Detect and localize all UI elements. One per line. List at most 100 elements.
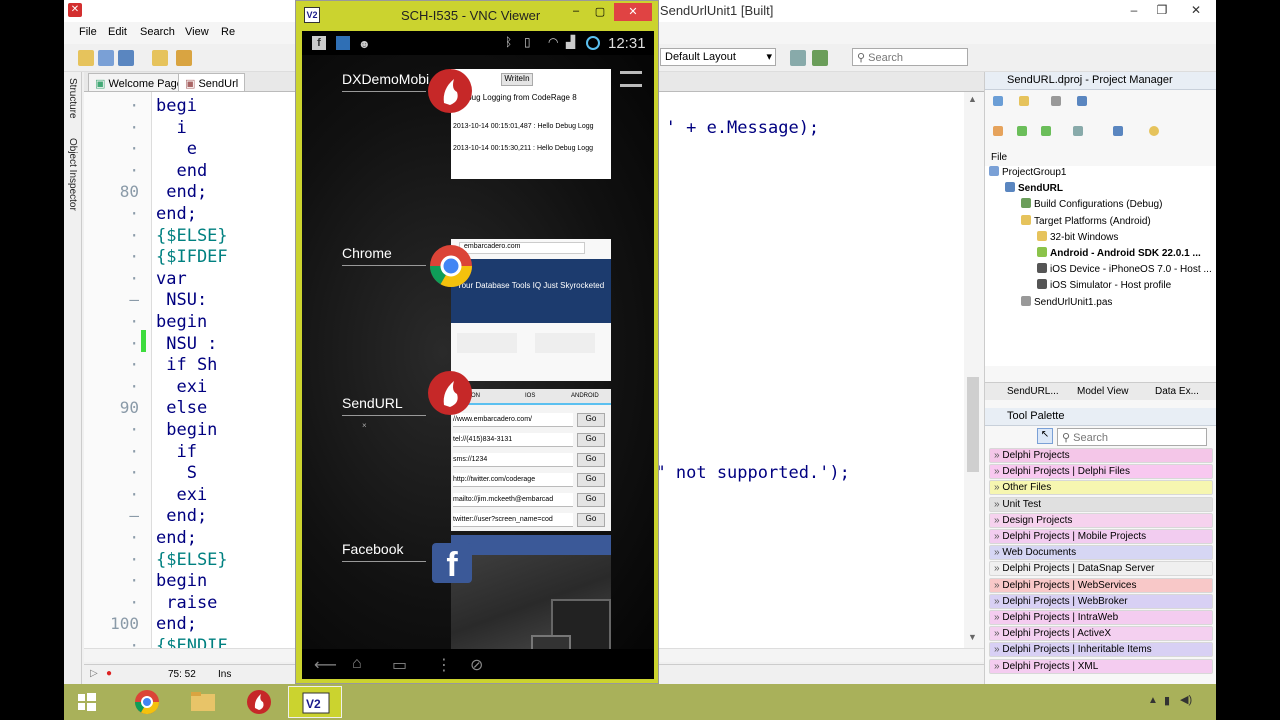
delphi-taskbar-icon[interactable] [232,686,286,718]
tree-node-icon [1037,263,1047,274]
scroll-thumb[interactable] [967,377,979,472]
tree-node-icon [1037,247,1047,257]
play-icon[interactable]: ▷ [90,668,98,679]
remove-icon[interactable] [1051,96,1062,106]
menu-search[interactable]: Search [140,26,175,38]
tab-data-explorer[interactable]: Data Ex... [1155,386,1199,397]
palette-category[interactable]: » Delphi Projects [989,448,1213,463]
record-icon[interactable]: ● [106,668,112,679]
line-number: · [129,528,139,547]
calendar-notification-icon [336,36,350,50]
vnc-close-button[interactable]: ✕ [614,3,652,21]
open-project-icon[interactable] [176,50,192,66]
vibrate-icon: ▯ [524,35,531,49]
tree-item[interactable]: iOS Simulator - Host profile [1037,279,1171,291]
add-file-icon[interactable] [152,50,168,66]
layout-apply-icon[interactable] [812,50,828,66]
menu-edit[interactable]: Edit [108,26,127,38]
vnc-viewer-window: V2 SCH-I535 - VNC Viewer – ▢ ✕ f ☻ ᛒ ▯ ◠… [295,0,659,684]
tree-item[interactable]: Android - Android SDK 22.0.1 ... [1037,247,1201,259]
code-line: exi [156,484,208,505]
home-icon[interactable]: ⌂ [352,655,362,673]
tree-item[interactable]: Target Platforms (Android) [1021,214,1151,227]
menu-file[interactable]: File [79,26,97,38]
object-inspector-tab[interactable]: Object Inspector [67,138,78,211]
new-icon[interactable] [78,50,94,66]
ide-search-input[interactable]: ⚲ Search [852,48,968,66]
recent-app-dxdemo[interactable]: DXDemoMobi WriteIn Debug Logging from Co… [302,55,654,205]
tree-item[interactable]: 32-bit Windows [1037,230,1118,243]
options-icon[interactable] [1077,96,1088,106]
tree-item[interactable]: SendUrlUnit1.pas [1021,295,1112,308]
writeln-button: WriteIn [501,73,533,86]
android-screen[interactable]: f ☻ ᛒ ▯ ◠ ▟ 12:31 DXDemoMobi WriteIn Deb… [302,31,654,679]
recent-app-facebook[interactable]: Facebook f [302,511,654,675]
build-icon[interactable] [1113,126,1124,136]
save-icon[interactable] [118,50,134,66]
menu-dots-icon[interactable]: ⋮ [436,655,452,675]
tool-palette-header: Tool Palette [985,408,1216,426]
palette-category[interactable]: » Delphi Projects | DataSnap Server [989,561,1213,577]
maximize-button[interactable]: ❐ [1148,0,1176,20]
tab-project-manager[interactable]: SendURL... [1007,386,1059,397]
network-icon[interactable]: ▮ [1164,694,1170,707]
minimize-button[interactable]: – [1120,0,1148,20]
tree-item[interactable]: SendURL [1005,182,1063,194]
tree-item[interactable]: Build Configurations (Debug) [1021,198,1162,210]
add-new-icon[interactable] [1019,96,1030,106]
pointer-icon[interactable]: ↖ [1037,428,1053,444]
palette-category[interactable]: » Other Files [989,480,1213,496]
back-icon[interactable]: ⟵ [314,655,337,675]
tab-sendurl[interactable]: ▣ SendUrl [178,73,246,92]
palette-category[interactable]: » Delphi Projects | WebBroker [989,593,1213,609]
tree-item[interactable]: ProjectGroup1 [989,166,1066,178]
recents-icon[interactable]: ▭ [392,655,407,675]
vnc-minimize-button[interactable]: – [566,5,586,23]
palette-category[interactable]: » Delphi Projects | Delphi Files [989,464,1213,480]
open-icon[interactable] [98,50,114,66]
chrome-taskbar-icon[interactable] [120,686,174,718]
wifi-icon: ◠ [548,35,559,49]
start-button[interactable] [64,686,118,718]
code-line: raise [156,592,218,613]
close-button[interactable]: ✕ [1176,0,1216,20]
line-number: · [129,549,139,569]
palette-category[interactable]: » Delphi Projects | ActiveX [989,626,1213,642]
sync-icon[interactable] [993,126,1003,136]
tree-item[interactable]: iOS Device - iPhoneOS 7.0 - Host ... [1037,263,1212,275]
vnc-taskbar-icon[interactable]: V2 [288,686,342,718]
palette-category[interactable]: » Web Documents [989,545,1213,561]
palette-category[interactable]: » Delphi Projects | Mobile Projects [989,529,1213,544]
menu-view[interactable]: View [185,26,209,38]
clock: 12:31 [608,35,646,52]
palette-category[interactable]: » Delphi Projects | WebServices [989,577,1213,593]
tab-model-view[interactable]: Model View [1077,386,1129,397]
layout-save-icon[interactable] [790,50,806,66]
file-explorer-taskbar-icon[interactable] [176,686,230,718]
editor-vertical-scrollbar[interactable]: ▲ ▼ [964,92,984,648]
palette-category[interactable]: » Delphi Projects | IntraWeb [989,610,1213,625]
palette-category[interactable]: » Unit Test [989,496,1213,512]
tab-welcome-page[interactable]: ▣ Welcome Page [88,73,190,92]
collapse-icon[interactable] [1041,126,1052,136]
sort-icon[interactable] [1073,126,1084,136]
expand-icon[interactable] [1017,126,1028,136]
volume-icon[interactable]: ◀) [1180,693,1192,706]
activate-icon[interactable] [993,96,1003,106]
recent-apps-list[interactable]: DXDemoMobi WriteIn Debug Logging from Co… [302,55,654,675]
menu-refactor[interactable]: Re [221,26,235,38]
recent-app-chrome[interactable]: Chrome embarcadero.com Your Database Too… [302,217,654,381]
url-field: mailto://jim.mckeeth@embarcad [453,493,573,507]
structure-tab[interactable]: Structure [67,78,78,119]
desktop-screen: ✕ tudio XE5 - SendUrlUnit1 [Built] – ❐ ✕… [64,0,1216,720]
vnc-maximize-button[interactable]: ▢ [590,5,610,23]
palette-category[interactable]: » Delphi Projects | Inheritable Items [989,642,1213,658]
platform-icon[interactable] [1149,126,1160,136]
tray-arrow-icon[interactable]: ▲ [1148,695,1158,706]
layout-combo[interactable]: Default Layout ▾ [660,48,776,66]
recent-app-sendurl[interactable]: SendURL MMON IOS ANDROID //www.embarcade… [302,365,654,531]
rotate-icon[interactable]: ⊘ [470,655,483,675]
palette-search-input[interactable]: ⚲ Search [1057,428,1207,446]
palette-category[interactable]: » Design Projects [989,512,1213,528]
palette-category[interactable]: » Delphi Projects | XML [989,658,1213,674]
